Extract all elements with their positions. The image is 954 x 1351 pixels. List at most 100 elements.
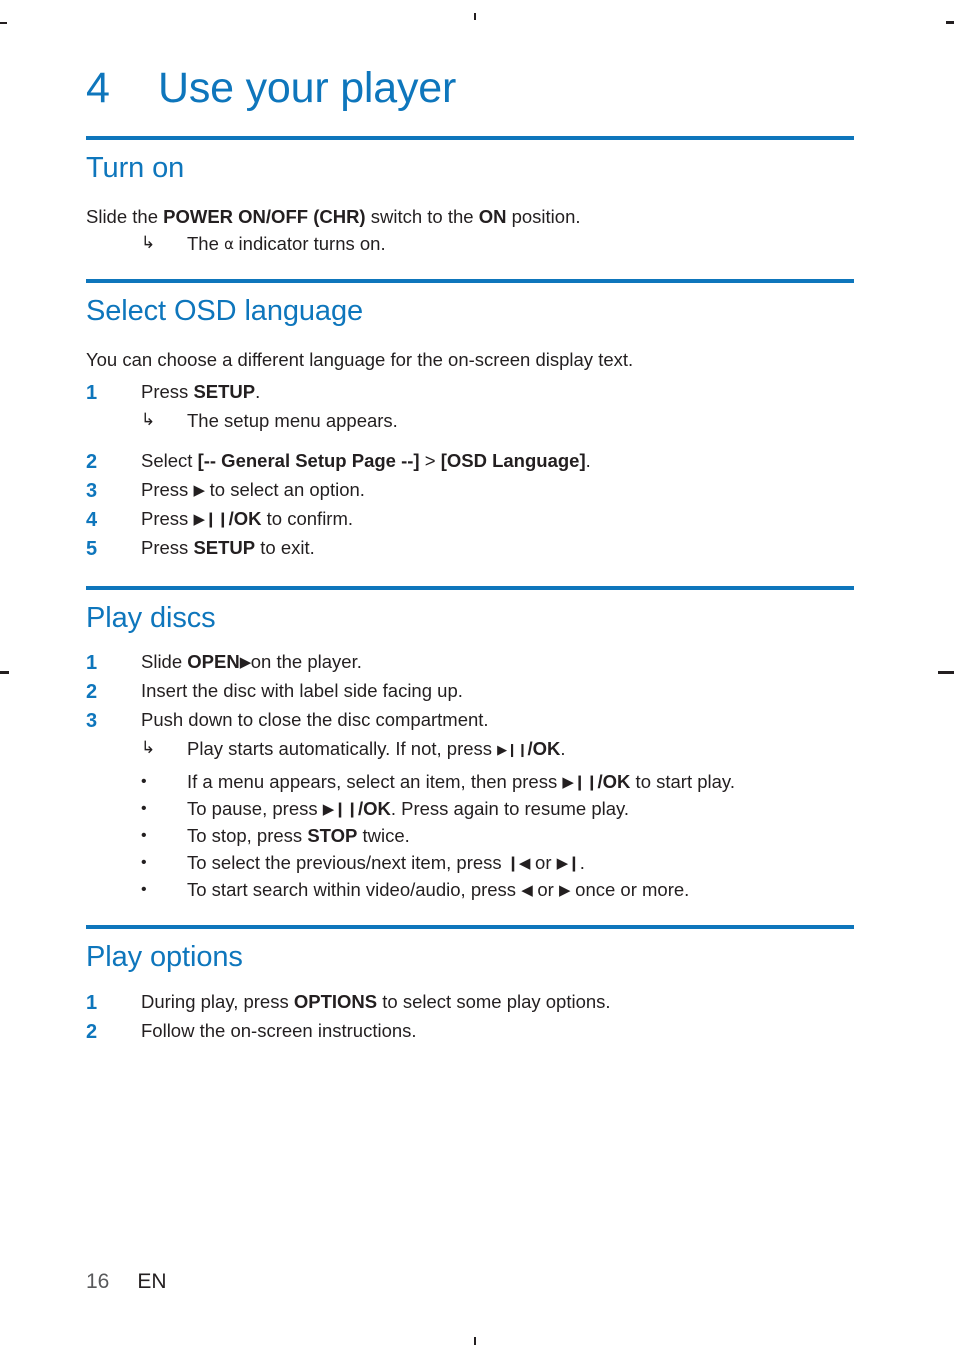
bullet-5-prefix: To start search within video/audio, pres…	[187, 878, 522, 900]
next-track-icon: ▶❙	[556, 853, 581, 872]
osd-step-1-number: 1	[86, 382, 98, 405]
osd-step-4-suffix: to confirm.	[261, 508, 354, 530]
bullet-4-prefix: To select the previous/next item, press	[187, 851, 507, 873]
osd-step-3-suffix: to select an option.	[204, 479, 365, 501]
language-code: EN	[137, 1270, 167, 1293]
play-options-step-1-number: 1	[86, 991, 98, 1014]
power-symbol-icon: ⍺	[224, 234, 234, 253]
crop-mark-mid-right	[938, 671, 954, 674]
bullet-4-suffix: .	[579, 851, 585, 873]
stop-button-label: STOP	[307, 824, 358, 846]
osd-step-5-number: 5	[86, 538, 98, 561]
play-discs-step-1-number: 1	[86, 652, 98, 675]
play-discs-step-1-suffix: on the player.	[250, 651, 362, 673]
arrow-note-icon: ↳	[141, 232, 156, 252]
play-discs-step-2-number: 2	[86, 681, 98, 704]
play-pause-icon: ▶❙❙	[497, 743, 528, 759]
turn-on-prefix: Slide the	[86, 205, 164, 227]
page-content: 4 Use your player Turn on Slide the POWE…	[86, 0, 854, 1047]
play-discs-step-3: 3 Push down to close the disc compartmen…	[86, 707, 854, 736]
play-discs-bullet-4: • To select the previous/next item, pres…	[86, 850, 854, 877]
forward-right-arrow-icon: ▶	[558, 880, 571, 899]
osd-step-4-prefix: Press	[141, 508, 194, 530]
play-discs-note: ↳ Play starts automatically. If not, pre…	[86, 736, 854, 763]
bullet-4-mid: or	[529, 851, 557, 873]
play-options-step-1-prefix: During play, press	[141, 990, 294, 1012]
play-discs-bullet-1: • If a menu appears, select an item, the…	[86, 769, 854, 796]
power-switch-label: POWER ON/OFF (CHR)	[163, 205, 366, 227]
osd-step-5-prefix: Press	[141, 537, 194, 559]
turn-on-note: ↳ The ⍺ indicator turns on.	[86, 231, 854, 258]
osd-step-2-mid: >	[419, 450, 441, 472]
play-discs-step-3-text: Push down to close the disc compartment.	[141, 709, 489, 731]
play-discs-note-prefix: Play starts automatically. If not, press	[187, 738, 498, 760]
crop-mark-mid-left	[0, 671, 9, 674]
bullet-5-mid: or	[532, 878, 559, 900]
chapter-title: Use your player	[158, 64, 457, 112]
ok-button-label: /OK	[357, 798, 391, 820]
osd-step-4: 4 Press ▶❙❙/OK to confirm.	[86, 506, 854, 535]
play-discs-step-2-text: Insert the disc with label side facing u…	[141, 680, 463, 702]
crop-mark-top-left	[0, 22, 7, 24]
page-footer: 16 EN	[86, 1270, 167, 1294]
play-pause-icon: ▶❙❙	[322, 800, 359, 819]
setup-button-label: SETUP	[193, 537, 256, 559]
section-heading-select-osd-language: Select OSD language	[86, 295, 363, 328]
turn-on-suffix: position.	[506, 205, 581, 227]
osd-step-1: 1 Press SETUP.	[86, 379, 854, 408]
play-discs-step-2: 2 Insert the disc with label side facing…	[86, 678, 854, 707]
osd-step-2-prefix: Select	[141, 450, 198, 472]
chapter-heading: 4 Use your player	[86, 0, 854, 113]
osd-step-1-prefix: Press	[141, 381, 194, 403]
osd-step-2-suffix: .	[585, 450, 591, 472]
play-right-arrow-icon: ▶	[193, 481, 205, 500]
section-heading-turn-on: Turn on	[86, 152, 185, 185]
osd-step-1-suffix: .	[255, 381, 261, 403]
chapter-number: 4	[86, 64, 110, 112]
osd-step-4-number: 4	[86, 509, 98, 532]
play-pause-icon: ▶❙❙	[562, 773, 598, 792]
ok-button-label: /OK	[228, 508, 262, 530]
osd-language-label: [OSD Language]	[440, 450, 586, 472]
bullet-1-suffix: to start play.	[630, 771, 735, 793]
bullet-2-suffix: . Press again to resume play.	[390, 798, 630, 820]
crop-mark-bottom-center	[474, 1337, 476, 1345]
play-options-step-1-suffix: to select some play options.	[377, 990, 611, 1012]
section-heading-play-discs: Play discs	[86, 602, 216, 635]
bullet-icon: •	[141, 773, 147, 791]
manual-page: 4 Use your player Turn on Slide the POWE…	[0, 0, 954, 1351]
open-switch-label: OPEN	[187, 651, 240, 673]
on-position-label: ON	[478, 205, 507, 227]
osd-step-2-number: 2	[86, 451, 98, 474]
bullet-2-prefix: To pause, press	[187, 798, 323, 820]
osd-intro-text: You can choose a different language for …	[86, 348, 634, 370]
ok-button-label: /OK	[597, 771, 631, 793]
previous-track-icon: ❙◀	[506, 853, 531, 872]
play-discs-bullet-3: • To stop, press STOP twice.	[86, 823, 854, 850]
setup-button-label: SETUP	[193, 381, 256, 403]
turn-on-mid: switch to the	[365, 205, 479, 227]
play-options-step-2-text: Follow the on-screen instructions.	[141, 1019, 417, 1041]
osd-step-5-suffix: to exit.	[255, 537, 315, 559]
osd-step-3-number: 3	[86, 480, 98, 503]
options-button-label: OPTIONS	[293, 990, 378, 1012]
general-setup-page-label: [-- General Setup Page --]	[197, 450, 420, 472]
osd-step-3-prefix: Press	[141, 479, 194, 501]
play-discs-step-1-prefix: Slide	[141, 651, 188, 673]
play-discs-bullet-2: • To pause, press ▶❙❙/OK. Press again to…	[86, 796, 854, 823]
bullet-1-prefix: If a menu appears, select an item, then …	[187, 771, 563, 793]
osd-step-1-note: ↳ The setup menu appears.	[86, 408, 854, 435]
bullet-icon: •	[141, 853, 147, 871]
play-options-step-1: 1 During play, press OPTIONS to select s…	[86, 989, 854, 1018]
ok-button-label: /OK	[527, 738, 561, 760]
play-options-step-2-number: 2	[86, 1020, 98, 1043]
crop-mark-top-right	[946, 21, 954, 24]
arrow-note-icon: ↳	[141, 410, 156, 430]
play-pause-icon: ▶❙❙	[193, 510, 229, 529]
play-discs-note-suffix: .	[560, 738, 566, 760]
play-discs-bullet-5: • To start search within video/audio, pr…	[86, 877, 854, 904]
play-discs-step-3-number: 3	[86, 710, 98, 733]
osd-step-5: 5 Press SETUP to exit.	[86, 535, 854, 564]
open-slide-arrow-icon: ▶	[239, 653, 252, 672]
play-options-step-2: 2 Follow the on-screen instructions.	[86, 1018, 854, 1047]
